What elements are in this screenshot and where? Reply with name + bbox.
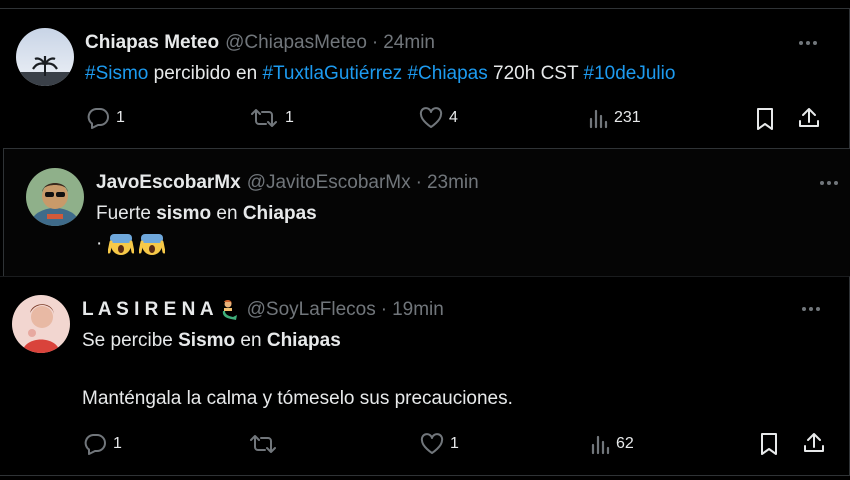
more-options-icon[interactable] <box>793 33 823 53</box>
views-button[interactable]: 231 <box>588 107 641 129</box>
more-options-icon[interactable] <box>814 173 844 193</box>
like-count: 4 <box>449 109 458 126</box>
reply-count: 1 <box>116 109 125 126</box>
author-handle[interactable]: @SoyLaFlecos <box>247 299 376 321</box>
tweet-text-line2: Manténgala la calma y tómeselo sus preca… <box>82 388 513 409</box>
highlighted-word: Chiapas <box>266 330 341 351</box>
bookmark-icon <box>761 433 777 455</box>
tweet-chiapas-meteo[interactable]: Chiapas Meteo @ChiapasMeteo · 24min #Sis… <box>0 8 850 148</box>
screaming-face-emoji <box>107 233 134 255</box>
avatar[interactable] <box>12 295 70 353</box>
reply-icon <box>87 108 109 129</box>
tweet-text: Se percibe Sismo en Chiapas <box>82 328 341 354</box>
heart-icon <box>419 107 443 128</box>
hashtag-link[interactable]: #TuxtlaGutiérrez <box>262 63 402 84</box>
separator-dot: · <box>415 172 422 193</box>
tweet-text: #Sismo percibido en #TuxtlaGutiérrez #Ch… <box>85 61 675 87</box>
views-icon <box>589 109 608 129</box>
share-button[interactable] <box>802 431 826 455</box>
repost-count: 1 <box>285 109 294 126</box>
share-icon <box>799 108 819 127</box>
text-segment: Se percibe <box>82 330 179 351</box>
like-button[interactable]: 1 <box>420 433 459 455</box>
repost-button[interactable] <box>248 433 284 455</box>
screaming-face-emoji <box>138 233 165 255</box>
hashtag-link[interactable]: #Sismo <box>85 63 148 84</box>
text-segment: en <box>211 203 243 224</box>
share-button[interactable] <box>797 106 821 130</box>
more-options-icon[interactable] <box>796 299 826 319</box>
author-handle[interactable]: @ChiapasMeteo <box>225 32 367 54</box>
separator-dot: · <box>380 299 388 320</box>
author-name[interactable]: L A S I R E N A <box>82 299 214 321</box>
author-handle[interactable]: @JavitoEscobarMx <box>247 172 411 194</box>
bookmark-icon <box>757 108 773 130</box>
repost-icon <box>251 109 277 127</box>
reply-button[interactable]: 1 <box>83 433 122 455</box>
avatar[interactable] <box>26 168 84 226</box>
avatar[interactable] <box>16 28 74 86</box>
timestamp[interactable]: 23min <box>427 172 479 194</box>
timestamp[interactable]: 24min <box>383 32 435 54</box>
view-count: 62 <box>616 435 634 452</box>
mermaid-emoji <box>222 299 237 320</box>
tweet-lasirena[interactable]: L A S I R E N A @SoyLaFlecos · 19min Se … <box>0 276 850 476</box>
repost-icon <box>250 435 276 453</box>
highlighted-word: Chiapas <box>242 203 317 224</box>
reply-icon <box>84 434 106 455</box>
author-name[interactable]: Chiapas Meteo <box>85 32 219 54</box>
tweet-text-line2: · <box>96 231 165 257</box>
view-count: 231 <box>614 109 641 126</box>
bookmark-button[interactable] <box>758 432 780 456</box>
hashtag-link[interactable]: #Chiapas <box>407 63 487 84</box>
text-segment: Fuerte <box>96 203 157 224</box>
tweet-text: Fuerte sismo en Chiapas <box>96 201 317 227</box>
text-segment: percibido en <box>148 63 263 84</box>
views-button[interactable]: 62 <box>590 433 634 455</box>
reply-button[interactable]: 1 <box>86 107 125 129</box>
like-count: 1 <box>450 435 459 452</box>
share-icon <box>804 433 824 452</box>
reply-count: 1 <box>113 435 122 452</box>
tweet-javoescobarmx[interactable]: JavoEscobarMx @JavitoEscobarMx · 23min F… <box>3 148 850 276</box>
text-segment: en <box>235 330 267 351</box>
highlighted-word: Sismo <box>178 330 236 351</box>
timestamp[interactable]: 19min <box>392 299 444 321</box>
views-icon <box>591 435 610 455</box>
repost-button[interactable]: 1 <box>249 107 294 129</box>
text-segment: 720h CST <box>487 63 584 84</box>
author-name[interactable]: JavoEscobarMx <box>96 172 241 194</box>
hashtag-link[interactable]: #10deJulio <box>584 63 676 84</box>
bookmark-button[interactable] <box>754 107 776 131</box>
like-button[interactable]: 4 <box>419 107 458 129</box>
heart-icon <box>420 433 444 454</box>
separator-dot: · <box>371 32 379 53</box>
bullet-dot: · <box>96 233 103 254</box>
highlighted-word: sismo <box>156 203 212 224</box>
